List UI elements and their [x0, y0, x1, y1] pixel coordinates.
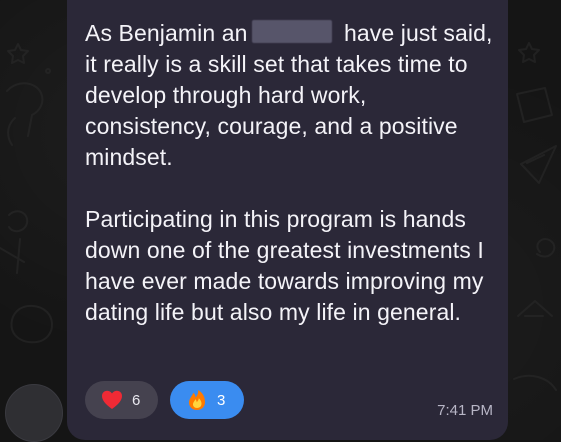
message-text: As Benjamin an have just said, it really… [85, 18, 495, 328]
fire-icon [189, 390, 205, 410]
star-doodle [7, 43, 29, 64]
milk-box-doodle [516, 87, 553, 123]
anchor-doodle [0, 238, 25, 274]
fire-reaction-button[interactable]: 3 [170, 381, 244, 419]
bottom-right-doodle [513, 374, 557, 391]
message-bubble[interactable]: As Benjamin an have just said, it really… [67, 0, 508, 440]
message-time: 7:41 PM [437, 402, 493, 419]
cat-doodle [10, 304, 53, 344]
redacted-name [251, 20, 332, 43]
heart-icon [102, 390, 122, 409]
heart-reaction-button[interactable]: 6 [85, 381, 158, 419]
heart-reaction-count: 6 [132, 391, 141, 409]
message-paragraph-2: Participating in this program is hands d… [85, 206, 484, 325]
right-star-doodle [518, 42, 540, 63]
hat-doodle [517, 300, 553, 317]
dinosaur-doodle [6, 82, 44, 146]
pizza-doodle [520, 145, 557, 184]
spiral-doodle [536, 238, 556, 258]
swirl-doodle [8, 210, 29, 233]
reaction-bar: 6 3 [85, 381, 244, 419]
dot-doodle [45, 68, 51, 74]
avatar[interactable] [5, 384, 63, 442]
message-text-start: As Benjamin an [85, 20, 248, 46]
fire-reaction-count: 3 [217, 391, 226, 409]
message-paragraph-1: As Benjamin an have just said, it really… [85, 18, 495, 173]
